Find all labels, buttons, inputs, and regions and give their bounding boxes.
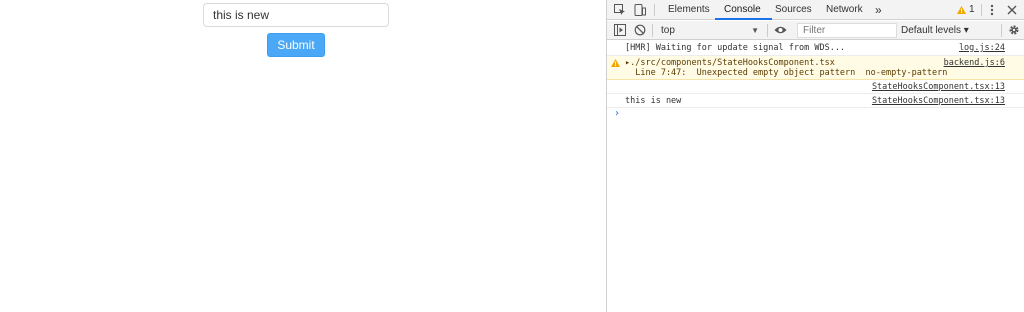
- console-message: this is new StateHooksComponent.tsx:13: [607, 94, 1024, 108]
- warning-icon: [611, 59, 621, 68]
- console-source-link[interactable]: backend.js:6: [944, 58, 1005, 68]
- warning-count[interactable]: 1: [969, 0, 975, 20]
- console-message-text: this is new: [625, 96, 682, 106]
- dropdown-caret-icon: ▼: [751, 26, 759, 35]
- console-source-link[interactable]: StateHooksComponent.tsx:13: [872, 82, 1005, 92]
- divider: [652, 24, 653, 37]
- console-source-link[interactable]: StateHooksComponent.tsx:13: [872, 96, 1005, 106]
- inspect-element-icon[interactable]: [613, 3, 627, 17]
- kebab-menu-icon[interactable]: [985, 3, 999, 17]
- app-page: Submit: [0, 0, 606, 312]
- gear-icon[interactable]: [1007, 23, 1021, 37]
- console-message-text: [HMR] Waiting for update signal from WDS…: [625, 43, 846, 53]
- divider: [1001, 24, 1002, 37]
- more-tabs-button[interactable]: »: [875, 0, 882, 20]
- console-prompt-icon: ›: [614, 108, 621, 119]
- divider: [654, 4, 655, 16]
- console-warning: ▸./src/components/StateHooksComponent.ts…: [607, 56, 1024, 80]
- divider: [981, 4, 982, 16]
- context-selector[interactable]: top ▼: [657, 23, 763, 38]
- devtools-panel: Elements Console Sources Network » 1 top…: [606, 0, 1024, 312]
- warning-icon[interactable]: [957, 3, 966, 17]
- divider: [767, 24, 768, 37]
- console-message: StateHooksComponent.tsx:13: [607, 80, 1024, 94]
- console-prompt-row[interactable]: ›: [607, 108, 1024, 122]
- tab-network[interactable]: Network: [826, 0, 863, 20]
- console-output: [HMR] Waiting for update signal from WDS…: [607, 40, 1024, 122]
- clear-console-icon[interactable]: [633, 23, 647, 37]
- console-message: [HMR] Waiting for update signal from WDS…: [607, 40, 1024, 56]
- tab-sources[interactable]: Sources: [775, 0, 812, 20]
- submit-button[interactable]: Submit: [267, 33, 325, 57]
- close-icon[interactable]: [1005, 3, 1019, 17]
- live-expression-icon[interactable]: [773, 23, 787, 37]
- log-levels-dropdown[interactable]: Default levels ▾: [901, 23, 969, 38]
- console-source-link[interactable]: log.js:24: [959, 43, 1005, 53]
- context-value: top: [661, 25, 675, 36]
- active-tab-indicator: [715, 18, 772, 20]
- tab-elements[interactable]: Elements: [668, 0, 710, 20]
- console-message-detail: Line 7:47: Unexpected empty object patte…: [625, 68, 948, 78]
- tab-console[interactable]: Console: [724, 0, 761, 20]
- devtools-tabbar: Elements Console Sources Network » 1: [607, 0, 1024, 20]
- filter-input[interactable]: [797, 23, 897, 38]
- console-toolbar: top ▼ Default levels ▾: [607, 21, 1024, 40]
- text-input[interactable]: [203, 3, 389, 27]
- console-message-text[interactable]: ▸./src/components/StateHooksComponent.ts…: [625, 58, 835, 68]
- device-toolbar-icon[interactable]: [633, 3, 647, 17]
- console-sidebar-icon[interactable]: [613, 23, 627, 37]
